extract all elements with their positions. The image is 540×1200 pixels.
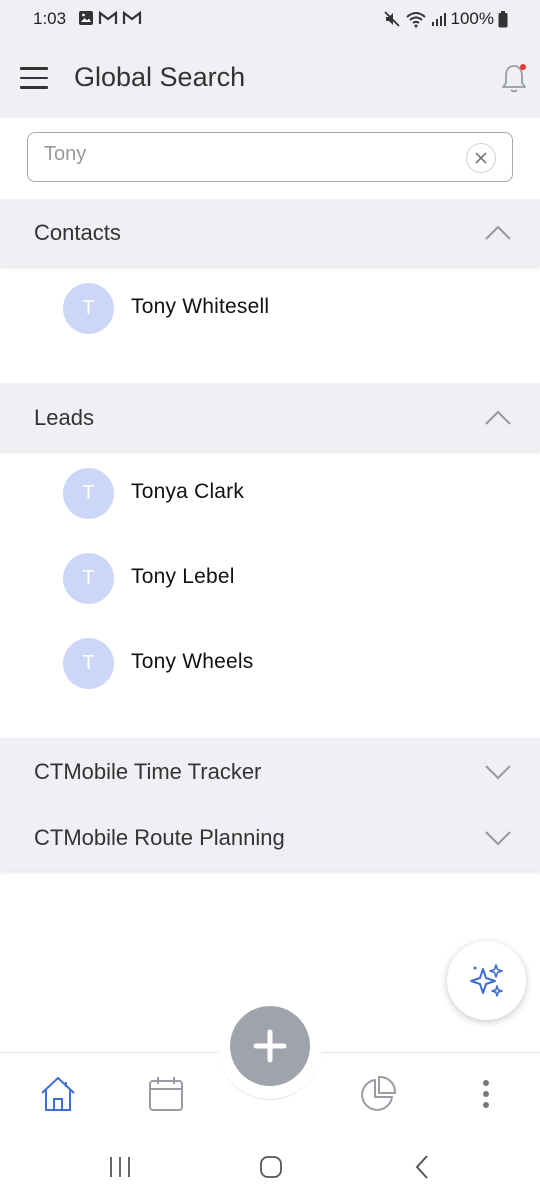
home-icon bbox=[41, 1076, 75, 1111]
list-item[interactable]: T Tony Wheels bbox=[0, 621, 540, 706]
bell-icon bbox=[502, 64, 526, 93]
list-item[interactable]: T Tony Whitesell bbox=[0, 266, 540, 351]
lead-name: Tonya Clark bbox=[131, 480, 245, 503]
clear-icon bbox=[475, 152, 487, 164]
recent-apps-icon bbox=[110, 1157, 130, 1177]
status-time: 1:03 bbox=[33, 9, 67, 28]
chevron-up-icon[interactable] bbox=[484, 223, 512, 241]
chevron-down-icon[interactable] bbox=[484, 829, 512, 847]
avatar: T bbox=[63, 638, 114, 689]
ctmobile-sections: CTMobile Time Tracker CTMobile Route Pla… bbox=[0, 738, 540, 871]
section-title: Leads bbox=[34, 405, 94, 430]
search-area bbox=[0, 118, 540, 199]
nav-more[interactable] bbox=[464, 1072, 508, 1116]
gmail-icon bbox=[122, 10, 142, 24]
status-right: 100% bbox=[383, 9, 508, 29]
home-circle-icon bbox=[260, 1156, 282, 1178]
mute-icon bbox=[383, 11, 400, 27]
contacts-section-header[interactable]: Contacts bbox=[0, 199, 540, 266]
pie-chart-icon bbox=[361, 1075, 397, 1111]
search-input[interactable] bbox=[44, 143, 444, 166]
notification-dot bbox=[520, 64, 526, 70]
list-item[interactable]: T Tonya Clark bbox=[0, 451, 540, 536]
add-button[interactable] bbox=[230, 1006, 310, 1086]
status-notification-icons bbox=[78, 10, 142, 26]
section-title: CTMobile Time Tracker bbox=[34, 759, 262, 784]
lead-name: Tony Lebel bbox=[131, 565, 235, 588]
search-field bbox=[27, 132, 513, 182]
avatar: T bbox=[63, 468, 114, 519]
system-navigation-bar bbox=[0, 1132, 540, 1200]
avatar: T bbox=[63, 553, 114, 604]
chevron-up-icon[interactable] bbox=[484, 408, 512, 426]
status-bar: 1:03 100% bbox=[0, 0, 540, 38]
calendar-icon bbox=[149, 1077, 183, 1111]
battery-percent: 100% bbox=[450, 9, 494, 28]
home-system-button[interactable] bbox=[256, 1152, 286, 1182]
nav-reports[interactable] bbox=[356, 1072, 400, 1116]
leads-section-header[interactable]: Leads bbox=[0, 383, 540, 451]
gmail-icon bbox=[98, 10, 118, 24]
more-vertical-icon bbox=[483, 1080, 489, 1108]
app-header: Global Search bbox=[0, 38, 540, 118]
image-icon bbox=[79, 11, 93, 25]
nav-calendar[interactable] bbox=[144, 1072, 188, 1116]
nav-home[interactable] bbox=[36, 1072, 80, 1116]
hamburger-menu-icon[interactable] bbox=[20, 67, 48, 89]
back-button[interactable] bbox=[408, 1152, 438, 1182]
route-planning-section-header[interactable]: CTMobile Route Planning bbox=[0, 804, 540, 871]
avatar: T bbox=[63, 283, 114, 334]
list-item[interactable]: T Tony Lebel bbox=[0, 536, 540, 621]
recent-apps-button[interactable] bbox=[105, 1152, 135, 1182]
section-title: CTMobile Route Planning bbox=[34, 825, 285, 850]
time-tracker-section-header[interactable]: CTMobile Time Tracker bbox=[0, 738, 540, 804]
sparkles-icon bbox=[469, 963, 503, 997]
section-title: Contacts bbox=[34, 220, 121, 245]
signal-icon bbox=[431, 13, 446, 26]
battery-icon bbox=[498, 10, 508, 27]
lead-name: Tony Wheels bbox=[131, 650, 254, 673]
wifi-icon bbox=[405, 12, 426, 28]
page-title: Global Search bbox=[74, 62, 246, 92]
clear-search-button[interactable] bbox=[466, 143, 496, 173]
add-icon bbox=[253, 1029, 287, 1063]
contact-name: Tony Whitesell bbox=[131, 295, 270, 318]
back-icon bbox=[415, 1155, 428, 1179]
notifications-button[interactable] bbox=[498, 62, 530, 96]
chevron-down-icon[interactable] bbox=[484, 763, 512, 781]
ai-assistant-button[interactable] bbox=[447, 941, 526, 1020]
